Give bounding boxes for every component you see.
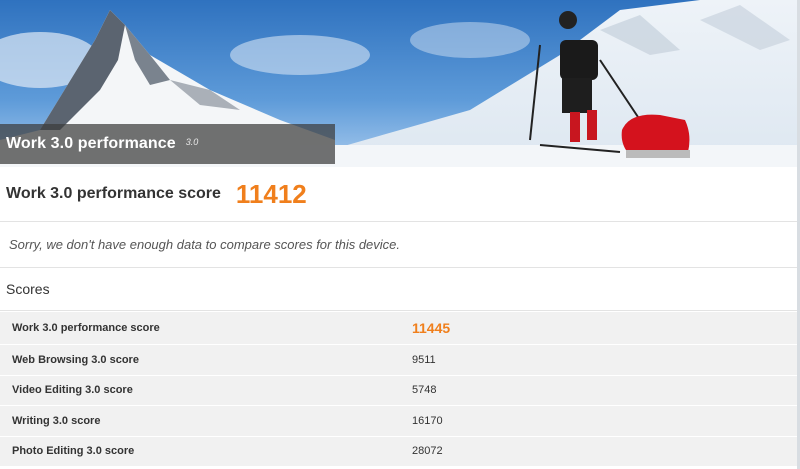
table-row: Writing 3.0 score 16170 (0, 406, 797, 437)
benchmark-result-page: Work 3.0 performance 3.0 Work 3.0 perfor… (0, 0, 800, 469)
table-row: Photo Editing 3.0 score 28072 (0, 436, 797, 467)
table-row: Web Browsing 3.0 score 9511 (0, 345, 797, 376)
overall-score-header: Work 3.0 performance score 11412 (0, 167, 797, 222)
score-value: 9511 (412, 353, 436, 366)
score-name: Photo Editing 3.0 score (12, 445, 135, 458)
overall-score-label: Work 3.0 performance score (6, 185, 221, 202)
score-value: 11445 (412, 320, 451, 336)
score-value: 28072 (412, 445, 443, 458)
table-row: Video Editing 3.0 score 5748 (0, 375, 797, 406)
hero-title-bar: Work 3.0 performance 3.0 (0, 124, 335, 164)
scores-section-heading: Scores (0, 268, 797, 311)
hero-title: Work 3.0 performance (6, 135, 176, 152)
score-name: Writing 3.0 score (12, 414, 101, 427)
score-name: Web Browsing 3.0 score (12, 353, 139, 366)
score-name: Work 3.0 performance score (12, 322, 160, 334)
score-name: Video Editing 3.0 score (12, 384, 133, 397)
hero-banner: Work 3.0 performance 3.0 (0, 0, 797, 167)
hero-version-badge: 3.0 (185, 137, 199, 147)
table-row: Work 3.0 performance score 11445 (0, 312, 797, 345)
compare-message: Sorry, we don't have enough data to comp… (0, 222, 797, 268)
score-value: 5748 (412, 384, 437, 397)
overall-score-value: 11412 (235, 178, 307, 209)
scores-table: Work 3.0 performance score 11445 Web Bro… (0, 312, 797, 467)
score-value: 16170 (412, 414, 443, 427)
